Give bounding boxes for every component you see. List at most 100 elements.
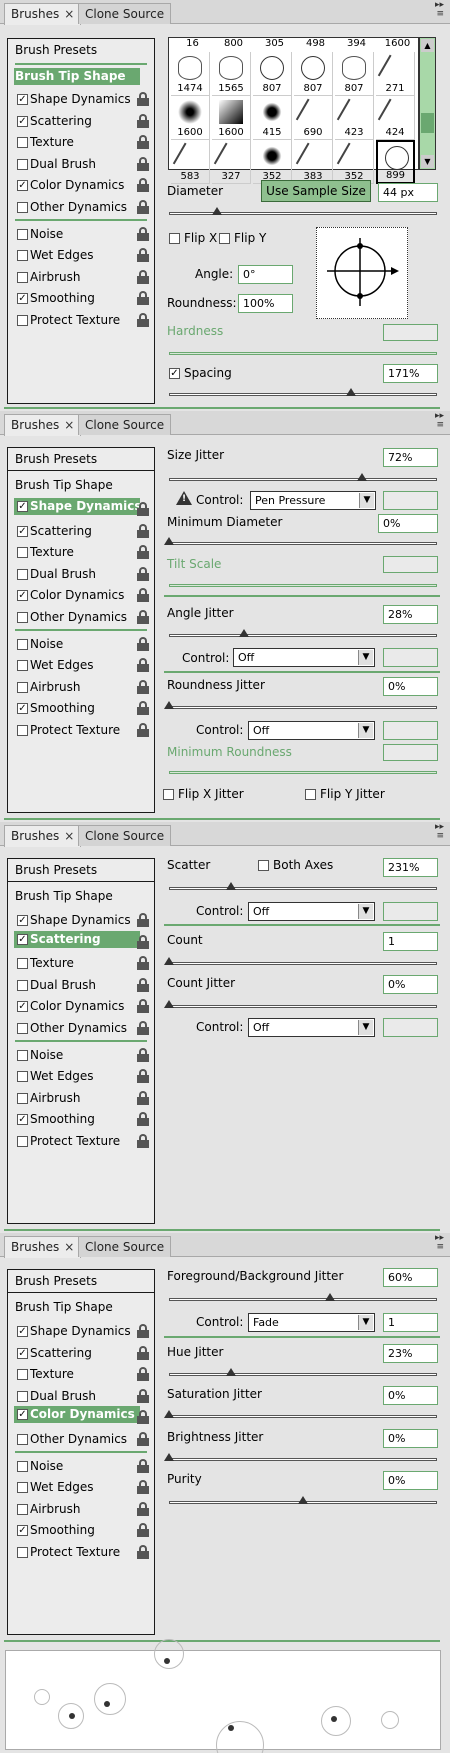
min-diameter-field[interactable]: 0% — [378, 514, 438, 533]
sidebar-item-wet-edges[interactable]: Wet Edges — [8, 1065, 154, 1087]
slider-thumb[interactable] — [164, 1410, 174, 1418]
lock-icon[interactable] — [137, 913, 149, 927]
sidebar-item-shape-dynamics[interactable]: ✓ Shape Dynamics — [8, 1320, 154, 1342]
lock-icon[interactable] — [137, 269, 149, 284]
slider-thumb[interactable] — [164, 957, 174, 965]
lock-icon[interactable] — [137, 1047, 149, 1062]
checkbox-color-dynamics[interactable]: ✓ — [17, 1409, 28, 1421]
brush-preset-cell[interactable]: 415 — [253, 96, 292, 140]
hue-jitter-slider[interactable] — [169, 1368, 437, 1379]
slider-thumb[interactable] — [225, 882, 236, 890]
brush-preset-cell[interactable]: 424 — [376, 96, 415, 140]
slider-thumb[interactable] — [324, 1293, 335, 1301]
sidebar-item-dual-brush[interactable]: Dual Brush — [8, 563, 154, 585]
sidebar-item-dual-brush[interactable]: Dual Brush — [8, 1385, 154, 1407]
checkbox-dual-brush[interactable] — [17, 568, 28, 580]
sidebar-item-dual-brush[interactable]: Dual Brush — [8, 974, 154, 996]
sidebar-item-dual-brush[interactable]: Dual Brush — [8, 153, 154, 175]
lock-icon[interactable] — [137, 1112, 149, 1127]
sidebar-item-wet-edges[interactable]: Wet Edges — [8, 244, 154, 266]
sidebar-item-scattering[interactable]: ✓ Scattering — [8, 1342, 154, 1364]
lock-icon[interactable] — [137, 723, 149, 737]
use-sample-size-button[interactable]: Use Sample Size — [261, 180, 371, 202]
angle-control-dropdown[interactable]: Off ▼ — [233, 648, 375, 667]
lock-icon[interactable] — [137, 566, 149, 581]
sidebar-item-smoothing[interactable]: ✓ Smoothing — [8, 287, 154, 309]
lock-icon[interactable] — [137, 1345, 149, 1360]
checkbox-shape-dynamics[interactable]: ✓ — [17, 915, 28, 926]
sidebar-item-color-dynamics[interactable]: ✓ Color Dynamics — [8, 584, 154, 606]
slider-thumb[interactable] — [346, 388, 357, 396]
brush-preset-cell[interactable]: 1600 — [212, 96, 251, 140]
lock-icon[interactable] — [137, 610, 149, 624]
count-jitter-field[interactable]: 0% — [383, 975, 438, 994]
checkbox-texture[interactable] — [17, 958, 28, 970]
panel-menu-icon[interactable]: ▸▸ ≡ — [428, 1234, 444, 1254]
sidebar-item-protect-texture[interactable]: Protect Texture — [8, 309, 154, 331]
checkbox-scattering[interactable]: ✓ — [17, 525, 28, 537]
panel-menu-icon[interactable]: ▸▸ ≡ — [428, 1, 444, 21]
sidebar-item-brush-presets[interactable]: Brush Presets — [8, 39, 154, 61]
checkbox-other-dynamics[interactable] — [17, 612, 28, 623]
brush-preset-cell[interactable]: 807 — [253, 52, 292, 96]
checkbox-wet-edges[interactable] — [17, 1071, 28, 1083]
lock-icon[interactable] — [137, 636, 149, 651]
checkbox-texture[interactable] — [17, 1369, 28, 1381]
sidebar-item-brush-tip-shape[interactable]: Brush Tip Shape — [14, 68, 140, 85]
checkbox-scattering[interactable]: ✓ — [17, 115, 28, 127]
roundness-jitter-slider[interactable] — [164, 701, 437, 712]
sidebar-item-wet-edges[interactable]: Wet Edges — [8, 1476, 154, 1498]
lock-icon[interactable] — [137, 1324, 149, 1338]
brush-preset-cell[interactable]: 690 — [294, 96, 333, 140]
checkbox-wet-edges[interactable] — [17, 660, 28, 672]
lock-icon[interactable] — [137, 135, 149, 150]
lock-icon[interactable] — [137, 502, 149, 516]
brush-preset-cell[interactable]: 352 — [335, 140, 374, 184]
scatter-control-dropdown[interactable]: Off ▼ — [248, 902, 375, 921]
sidebar-item-scattering[interactable]: ✓ Scattering — [8, 110, 154, 132]
sidebar-item-brush-tip-shape[interactable]: Brush Tip Shape — [8, 474, 154, 496]
lock-icon[interactable] — [137, 1090, 149, 1105]
checkbox-shape-dynamics[interactable]: ✓ — [17, 1326, 28, 1337]
hue-jitter-field[interactable]: 23% — [383, 1344, 438, 1363]
saturation-jitter-field[interactable]: 0% — [383, 1386, 438, 1405]
brush-preset-cell[interactable]: 1600 — [171, 96, 210, 140]
close-icon[interactable]: × — [64, 7, 74, 21]
sidebar-item-brush-presets[interactable]: Brush Presets — [8, 448, 154, 470]
sidebar-item-other-dynamics[interactable]: Other Dynamics — [8, 606, 154, 628]
checkbox-other-dynamics[interactable] — [17, 1434, 28, 1445]
checkbox-smoothing[interactable]: ✓ — [17, 1525, 28, 1537]
sidebar-item-wet-edges[interactable]: Wet Edges — [8, 654, 154, 676]
scroll-up-icon[interactable]: ▲ — [421, 39, 434, 52]
brush-preset-cell[interactable]: 807 — [335, 52, 374, 96]
sidebar-item-texture[interactable]: Texture — [8, 541, 154, 563]
slider-thumb[interactable] — [212, 207, 223, 215]
angle-field[interactable]: 0° — [238, 265, 293, 284]
size-jitter-slider[interactable] — [169, 473, 437, 484]
sidebar-item-noise[interactable]: Noise — [8, 223, 154, 245]
scroll-down-icon[interactable]: ▼ — [421, 155, 434, 168]
sidebar-item-smoothing[interactable]: ✓ Smoothing — [8, 1108, 154, 1130]
checkbox-color-dynamics[interactable]: ✓ — [17, 1001, 28, 1013]
sidebar-item-brush-tip-shape[interactable]: Brush Tip Shape — [8, 1296, 154, 1318]
size-jitter-field[interactable]: 72% — [383, 448, 438, 467]
sidebar-item-shape-dynamics[interactable]: ✓ Shape Dynamics — [8, 88, 154, 110]
brush-preset-cell[interactable]: 583 — [171, 140, 210, 184]
lock-icon[interactable] — [137, 1501, 149, 1516]
min-diameter-slider[interactable] — [164, 537, 437, 548]
checkbox-airbrush[interactable] — [17, 271, 28, 283]
sidebar-item-texture[interactable]: Texture — [8, 1363, 154, 1385]
brush-preset-cell[interactable]: 383 — [294, 140, 333, 184]
sidebar-item-brush-tip-shape[interactable]: Brush Tip Shape — [8, 885, 154, 907]
checkbox-dual-brush[interactable] — [17, 158, 28, 170]
lock-icon[interactable] — [137, 701, 149, 716]
brush-preset-cell[interactable]: 271 — [376, 52, 415, 96]
brush-preset-cell[interactable]: 352 — [253, 140, 292, 184]
lock-icon[interactable] — [137, 1134, 149, 1148]
lock-icon[interactable] — [137, 956, 149, 971]
sidebar-item-other-dynamics[interactable]: Other Dynamics — [8, 1017, 154, 1039]
checkbox-texture[interactable] — [17, 547, 28, 559]
lock-icon[interactable] — [137, 679, 149, 694]
checkbox-scattering[interactable]: ✓ — [17, 1347, 28, 1359]
sidebar-item-scattering[interactable]: ✓ Scattering — [14, 930, 140, 948]
